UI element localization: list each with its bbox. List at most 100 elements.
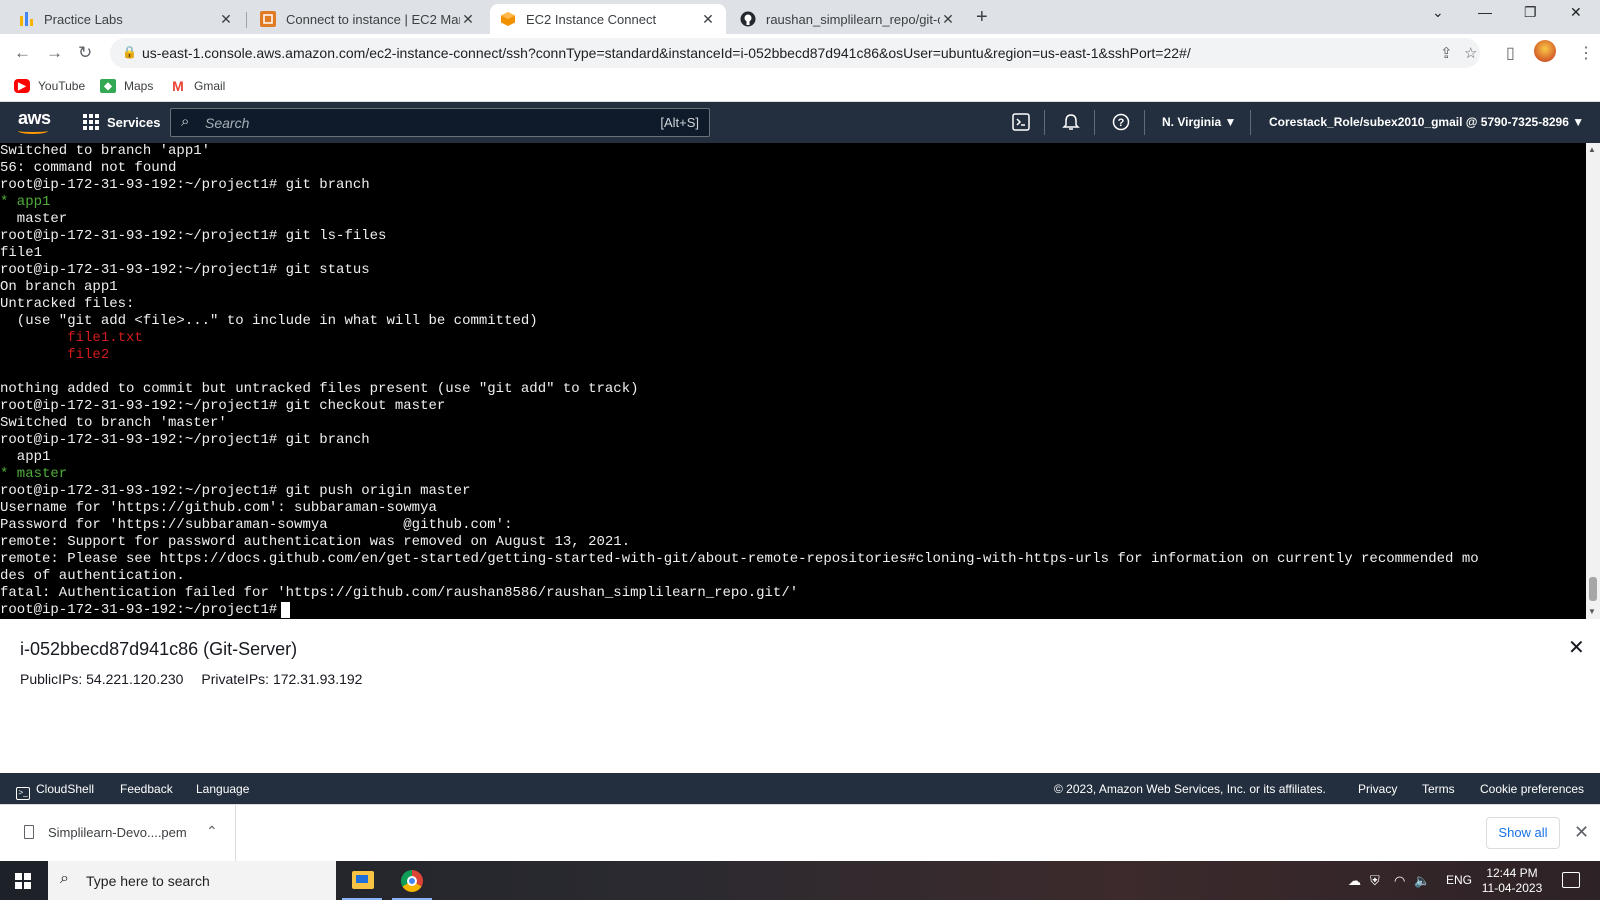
practice-labs-icon bbox=[18, 11, 34, 27]
tab-connect-to-instance[interactable]: Connect to instance | EC2 Manag ✕ bbox=[250, 4, 486, 34]
terminal-line: * app1 bbox=[0, 194, 51, 210]
notification-icon[interactable] bbox=[1562, 872, 1580, 888]
search-input[interactable] bbox=[205, 113, 605, 133]
gmail-icon: M bbox=[172, 78, 184, 94]
close-icon[interactable]: ✕ bbox=[1568, 635, 1585, 660]
bookmark-gmail[interactable]: M Gmail bbox=[170, 78, 226, 94]
close-icon[interactable]: ✕ bbox=[460, 11, 476, 28]
instance-ips: PublicIPs: 54.221.120.230 PrivateIPs: 17… bbox=[20, 671, 376, 687]
help-icon[interactable]: ? bbox=[1112, 113, 1130, 136]
url-text[interactable]: us-east-1.console.aws.amazon.com/ec2-ins… bbox=[142, 45, 1191, 61]
bookmark-youtube[interactable]: ▶ YouTube bbox=[14, 79, 85, 93]
reload-icon[interactable]: ↻ bbox=[78, 43, 92, 63]
footer-cookie-preferences[interactable]: Cookie preferences bbox=[1480, 782, 1584, 796]
menu-icon[interactable]: ⋮ bbox=[1578, 43, 1594, 63]
bookmark-label: Gmail bbox=[194, 79, 226, 93]
tab-github-repo[interactable]: raushan_simplilearn_repo/git-cor ✕ bbox=[730, 4, 966, 34]
download-item[interactable]: Simplilearn-Devo....pem ⌃ bbox=[0, 805, 236, 862]
footer-terms[interactable]: Terms bbox=[1422, 782, 1455, 796]
tab-ec2-instance-connect[interactable]: EC2 Instance Connect ✕ bbox=[490, 4, 726, 34]
bell-icon[interactable] bbox=[1062, 113, 1080, 136]
terminal-cursor bbox=[281, 602, 291, 618]
language-indicator[interactable]: ENG bbox=[1446, 873, 1472, 887]
grid-icon bbox=[83, 114, 99, 130]
terminal-line: remote: Support for password authenticat… bbox=[0, 534, 631, 550]
show-all-button[interactable]: Show all bbox=[1486, 817, 1560, 849]
tab-separator bbox=[246, 12, 247, 28]
instance-info-panel: i-052bbecd87d941c86 (Git-Server) PublicI… bbox=[0, 619, 1600, 773]
window-close-icon[interactable]: ✕ bbox=[1570, 4, 1582, 21]
taskbar-search[interactable]: ⌕ bbox=[48, 861, 336, 900]
profile-avatar[interactable] bbox=[1534, 40, 1556, 62]
terminal-line: nothing added to commit but untracked fi… bbox=[0, 381, 639, 397]
account-menu[interactable]: Corestack_Role/subex2010_gmail @ 5790-73… bbox=[1269, 115, 1584, 129]
new-tab-button[interactable]: + bbox=[976, 6, 988, 29]
download-filename[interactable]: Simplilearn-Devo....pem bbox=[48, 825, 187, 840]
address-bar[interactable]: 🔒 us-east-1.console.aws.amazon.com/ec2-i… bbox=[110, 38, 1480, 68]
lock-icon[interactable]: 🔒 bbox=[122, 45, 137, 59]
wifi-icon[interactable]: ◠ bbox=[1394, 873, 1405, 889]
footer-copyright: © 2023, Amazon Web Services, Inc. or its… bbox=[1054, 782, 1326, 796]
tab-practice-labs[interactable]: Practice Labs ✕ bbox=[8, 4, 244, 34]
cloudshell-icon[interactable] bbox=[1012, 113, 1030, 136]
terminal-line: On branch app1 bbox=[0, 279, 118, 295]
terminal-line: root@ip-172-31-93-192:~/project1# git br… bbox=[0, 177, 370, 193]
taskbar-chrome[interactable] bbox=[388, 861, 436, 900]
terminal-line: * master bbox=[0, 466, 68, 482]
terminal-prompt-line[interactable]: root@ip-172-31-93-192:~/project1# bbox=[0, 602, 291, 619]
minimize-icon[interactable]: — bbox=[1478, 4, 1492, 20]
header-divider bbox=[1250, 110, 1251, 135]
taskbar-search-input[interactable] bbox=[86, 871, 326, 891]
scroll-down-icon[interactable]: ▼ bbox=[1588, 607, 1596, 616]
chevron-up-icon[interactable]: ⌃ bbox=[206, 823, 218, 840]
share-icon[interactable]: ⇪ bbox=[1440, 44, 1453, 62]
speaker-icon[interactable]: 🔈 bbox=[1414, 873, 1430, 889]
aws-search[interactable]: ⌕ [Alt+S] bbox=[170, 108, 710, 137]
aws-console-header: aws Services ⌕ [Alt+S] ? N. Virginia ▼ C… bbox=[0, 102, 1600, 143]
terminal-line: root@ip-172-31-93-192:~/project1# git pu… bbox=[0, 483, 471, 499]
aws-logo[interactable]: aws bbox=[18, 108, 51, 129]
tab-search-icon[interactable]: ⌄ bbox=[1432, 4, 1444, 21]
bookmark-star-icon[interactable]: ☆ bbox=[1464, 44, 1477, 62]
footer-privacy[interactable]: Privacy bbox=[1358, 782, 1397, 796]
terminal-line: root@ip-172-31-93-192:~/project1# git st… bbox=[0, 262, 370, 278]
bookmark-maps[interactable]: ◆ Maps bbox=[100, 79, 153, 93]
footer-cloudshell[interactable]: >_ CloudShell bbox=[16, 782, 94, 800]
instance-name: i-052bbecd87d941c86 (Git-Server) bbox=[20, 639, 298, 659]
close-icon[interactable]: ✕ bbox=[940, 11, 956, 28]
footer-cloudshell-label: CloudShell bbox=[36, 782, 95, 796]
scroll-up-icon[interactable]: ▲ bbox=[1588, 145, 1596, 154]
tab-title: Connect to instance | EC2 Manag bbox=[286, 11, 460, 27]
aws-footer: >_ CloudShell Feedback Language © 2023, A… bbox=[0, 773, 1600, 804]
terminal-line: root@ip-172-31-93-192:~/project1# git ch… bbox=[0, 398, 446, 414]
windows-start-icon[interactable] bbox=[15, 873, 31, 889]
terminal-line: Switched to branch 'master' bbox=[0, 415, 227, 431]
footer-feedback[interactable]: Feedback bbox=[120, 782, 173, 796]
onedrive-icon[interactable]: ☁ bbox=[1348, 873, 1361, 889]
terminal-line: Username for 'https://github.com': subba… bbox=[0, 500, 437, 516]
services-menu[interactable]: Services bbox=[83, 114, 161, 130]
scrollbar-thumb[interactable] bbox=[1589, 577, 1597, 601]
taskbar-clock[interactable]: 12:44 PM 11-04-2023 bbox=[1478, 866, 1546, 896]
bookmark-label: Maps bbox=[124, 79, 154, 93]
terminal-scrollbar[interactable]: ▲ ▼ bbox=[1586, 143, 1600, 619]
footer-language[interactable]: Language bbox=[196, 782, 249, 796]
terminal-line: remote: Please see https://docs.github.c… bbox=[0, 551, 1479, 567]
terminal-line: fatal: Authentication failed for 'https:… bbox=[0, 585, 799, 601]
side-panel-icon[interactable]: ▯ bbox=[1506, 43, 1515, 63]
restore-icon[interactable]: ❐ bbox=[1524, 4, 1537, 21]
forward-icon[interactable]: → bbox=[46, 43, 63, 63]
taskbar-file-explorer[interactable] bbox=[338, 861, 386, 900]
security-icon[interactable]: ⛨ bbox=[1370, 873, 1380, 889]
terminal-prompt: root@ip-172-31-93-192:~/project1# bbox=[0, 602, 278, 618]
ec2-icon bbox=[260, 11, 276, 27]
close-icon[interactable]: ✕ bbox=[1574, 822, 1589, 843]
region-selector[interactable]: N. Virginia ▼ bbox=[1162, 115, 1236, 129]
close-icon[interactable]: ✕ bbox=[700, 11, 716, 28]
terminal-line: master bbox=[0, 211, 68, 227]
ssh-terminal[interactable]: Switched to branch 'app1' 56: command not… bbox=[0, 143, 1586, 619]
header-divider bbox=[1094, 110, 1095, 135]
close-icon[interactable]: ✕ bbox=[218, 11, 234, 28]
back-icon[interactable]: ← bbox=[14, 43, 31, 63]
chrome-icon bbox=[401, 870, 423, 892]
